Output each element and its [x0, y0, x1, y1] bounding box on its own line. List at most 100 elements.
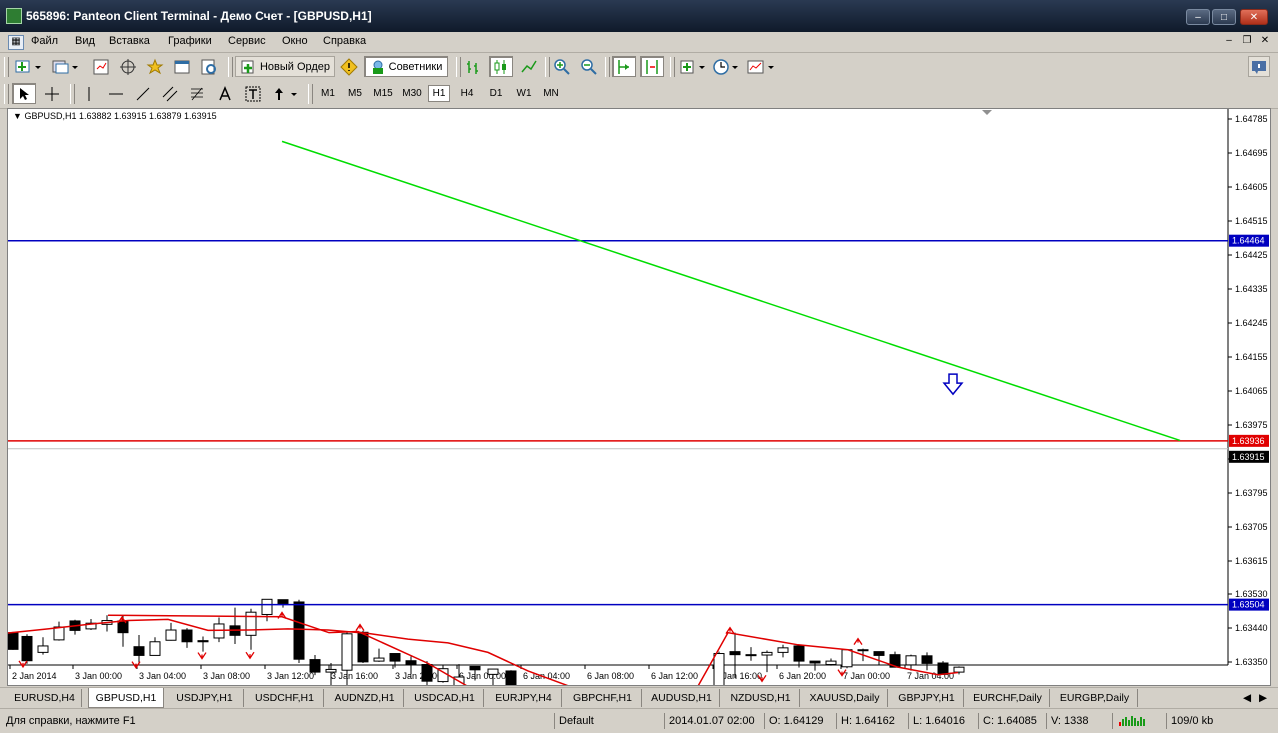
- tab-nzdusd-h1[interactable]: NZDUSD,H1: [722, 689, 800, 707]
- auto-scroll-button[interactable]: [612, 56, 636, 77]
- bearish-candle: [809, 660, 821, 664]
- timeframe-mn[interactable]: MN: [539, 85, 563, 102]
- timeframe-m1[interactable]: M1: [316, 85, 340, 102]
- toolbar-grip: [4, 84, 9, 104]
- mdi-close-button[interactable]: ✕: [1258, 35, 1272, 48]
- new-chart-button[interactable]: [12, 56, 44, 77]
- chart-shift-button[interactable]: [640, 56, 664, 77]
- messages-button[interactable]: [1248, 56, 1270, 77]
- tab-gbpusd-h1[interactable]: GBPUSD,H1: [88, 688, 164, 708]
- tab-usdchf-h1[interactable]: USDCHF,H1: [246, 689, 324, 707]
- close-button[interactable]: ✕: [1240, 9, 1268, 25]
- timeframe-m30[interactable]: M30: [399, 85, 425, 102]
- mdi-minimize-button[interactable]: –: [1222, 35, 1236, 48]
- bearish-candle: [505, 670, 517, 685]
- equidistant-channel-button[interactable]: [159, 83, 181, 104]
- menu-tools[interactable]: Сервис: [228, 35, 266, 47]
- text-label-button[interactable]: [242, 83, 264, 104]
- text-icon: [219, 85, 231, 100]
- bullish-candle: [761, 651, 773, 656]
- line-chart-button[interactable]: [518, 56, 540, 77]
- horizontal-line-button[interactable]: [105, 83, 127, 104]
- tabs-scroll-left-button[interactable]: ◀: [1240, 689, 1254, 707]
- timeframe-d1[interactable]: D1: [484, 85, 508, 102]
- vertical-line-button[interactable]: [78, 83, 100, 104]
- alerts-button[interactable]: [338, 56, 360, 77]
- zoom-in-button[interactable]: [551, 56, 573, 77]
- vertical-line-icon: [88, 86, 90, 101]
- tab-eurgbp-daily[interactable]: EURGBP,Daily: [1052, 689, 1138, 707]
- bearish-candle: [293, 601, 305, 660]
- tab-usdcad-h1[interactable]: USDCAD,H1: [406, 689, 484, 707]
- tab-gbpjpy-h1[interactable]: GBPJPY,H1: [890, 689, 964, 707]
- tab-usdjpy-h1[interactable]: USDJPY,H1: [166, 689, 244, 707]
- arrows-button[interactable]: [270, 83, 302, 104]
- navigator-icon: [146, 58, 164, 74]
- tab-eurchf-daily[interactable]: EURCHF,Daily: [966, 689, 1050, 707]
- status-open: O: 1.64129: [764, 713, 834, 729]
- menu-insert[interactable]: Вставка: [109, 35, 150, 47]
- timeframe-w1[interactable]: W1: [512, 85, 536, 102]
- toolbar-grip: [4, 57, 9, 77]
- bearish-candle: [873, 651, 885, 656]
- time-tick-label: 3 Jan 20:00: [395, 671, 442, 681]
- chart-menu-icon[interactable]: ▼: [13, 111, 22, 121]
- menu-charts[interactable]: Графики: [168, 35, 212, 47]
- tab-audnzd-h1[interactable]: AUDNZD,H1: [326, 689, 404, 707]
- status-profile[interactable]: Default: [554, 713, 662, 729]
- chart-tabs-bar: EURUSD,H4 GBPUSD,H1 USDJPY,H1 USDCHF,H1 …: [0, 687, 1278, 708]
- data-window-button[interactable]: [117, 56, 139, 77]
- timeframe-h4[interactable]: H4: [455, 85, 479, 102]
- bearish-candle: [21, 635, 33, 662]
- strategy-tester-button[interactable]: [198, 56, 220, 77]
- experts-label: Советники: [388, 60, 443, 73]
- maximize-button[interactable]: □: [1212, 9, 1236, 25]
- mdi-restore-button[interactable]: ❐: [1240, 35, 1254, 48]
- bar-chart-button[interactable]: [462, 56, 484, 77]
- tab-xauusd-daily[interactable]: XAUUSD,Daily: [802, 689, 888, 707]
- minimize-button[interactable]: –: [1186, 9, 1210, 25]
- new-order-button[interactable]: Новый Ордер: [235, 56, 335, 77]
- tab-eurusd-h4[interactable]: EURUSD,H4: [8, 689, 82, 707]
- indicators-icon: [680, 60, 705, 73]
- timeframe-m5[interactable]: M5: [343, 85, 367, 102]
- crosshair-icon: [120, 58, 136, 75]
- timeframe-h1[interactable]: H1: [428, 85, 450, 102]
- bullish-candle: [261, 598, 273, 615]
- fibonacci-button[interactable]: [186, 83, 208, 104]
- channel-icon: [162, 86, 178, 101]
- menu-help[interactable]: Справка: [323, 35, 366, 47]
- indicators-button[interactable]: [677, 56, 709, 77]
- zoom-out-button[interactable]: [578, 56, 600, 77]
- tab-gbpchf-h1[interactable]: GBPCHF,H1: [564, 689, 642, 707]
- experts-button[interactable]: Советники: [364, 56, 448, 77]
- bullish-candle: [53, 626, 65, 641]
- menu-window[interactable]: Окно: [282, 35, 308, 47]
- crosshair-button[interactable]: [40, 83, 64, 104]
- bearish-candle: [405, 660, 417, 666]
- timeframe-m15[interactable]: M15: [370, 85, 396, 102]
- menu-view[interactable]: Вид: [75, 35, 95, 47]
- menu-file[interactable]: Файл: [31, 35, 58, 47]
- navigator-button[interactable]: [144, 56, 166, 77]
- candlestick-chart-button[interactable]: [489, 56, 513, 77]
- terminal-button[interactable]: [171, 56, 193, 77]
- cursor-button[interactable]: [12, 83, 36, 104]
- text-button[interactable]: [214, 83, 236, 104]
- market-watch-button[interactable]: [90, 56, 112, 77]
- chart-window-icon[interactable]: ▦: [8, 35, 24, 50]
- price-chart[interactable]: ▼ GBPUSD,H1 1.63882 1.63915 1.63879 1.63…: [7, 108, 1271, 686]
- terminal-icon: [174, 60, 190, 73]
- price-tick-label: 1.64605: [1235, 182, 1268, 192]
- tabs-scroll-right-button[interactable]: ▶: [1256, 689, 1270, 707]
- trendline-button[interactable]: [132, 83, 154, 104]
- window-title: 565896: Panteon Client Terminal - Демо С…: [26, 9, 372, 23]
- tab-audusd-h1[interactable]: AUDUSD,H1: [644, 689, 720, 707]
- templates-button[interactable]: [745, 56, 777, 77]
- tab-eurjpy-h4[interactable]: EURJPY,H4: [486, 689, 562, 707]
- clock-icon: [713, 58, 738, 75]
- bullish-candle: [245, 611, 257, 636]
- periods-button[interactable]: [711, 56, 741, 77]
- profiles-button[interactable]: [48, 56, 80, 77]
- new-order-label: Новый Ордер: [259, 60, 331, 73]
